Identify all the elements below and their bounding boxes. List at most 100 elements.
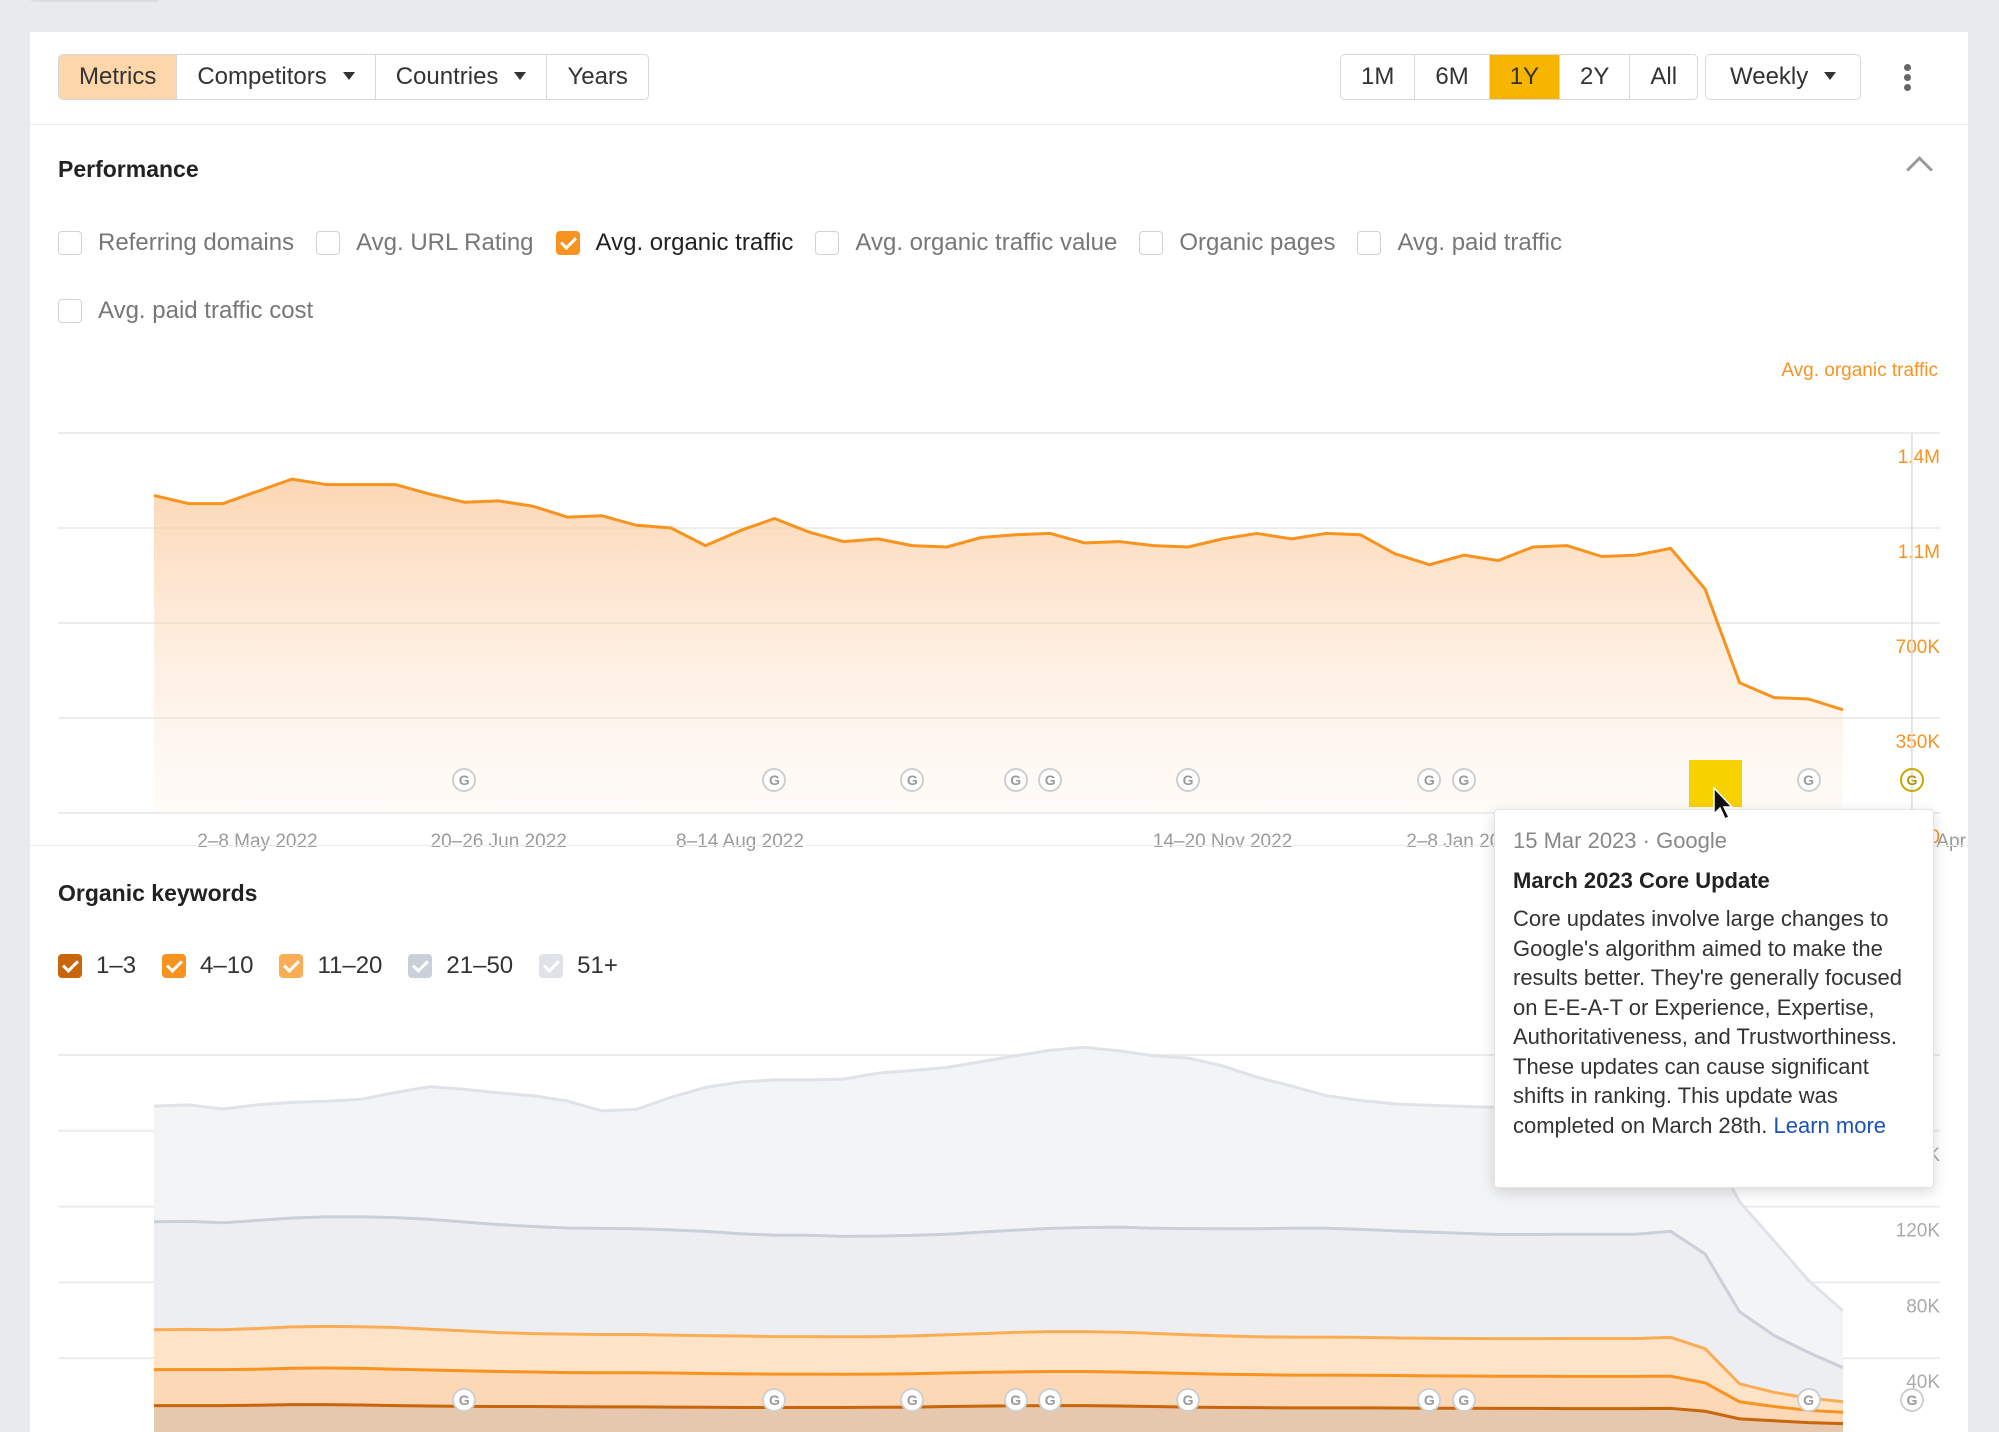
- data-point[interactable]: [1771, 695, 1777, 701]
- data-point[interactable]: [1288, 536, 1294, 542]
- checkbox-1-3[interactable]: 1–3: [58, 952, 136, 980]
- data-point[interactable]: [358, 482, 364, 488]
- data-point[interactable]: [1254, 530, 1260, 536]
- checkbox-avg-organic-traffic-value[interactable]: Avg. organic traffic value: [815, 229, 1117, 257]
- google-update-icon[interactable]: G: [1176, 768, 1201, 792]
- tab-metrics[interactable]: Metrics: [59, 55, 178, 99]
- google-update-icon[interactable]: G: [1176, 1388, 1201, 1412]
- data-point[interactable]: [1323, 530, 1329, 536]
- data-point[interactable]: [151, 492, 157, 498]
- data-point[interactable]: [530, 503, 536, 509]
- data-point[interactable]: [1047, 530, 1053, 536]
- google-update-icon[interactable]: G: [1003, 768, 1028, 792]
- range-6m[interactable]: 6M: [1415, 55, 1490, 99]
- data-point[interactable]: [254, 488, 260, 494]
- data-point[interactable]: [1668, 545, 1674, 551]
- checkbox-51[interactable]: 51+: [539, 952, 618, 980]
- checkbox-avg-url-rating[interactable]: Avg. URL Rating: [316, 229, 534, 257]
- data-point[interactable]: [289, 476, 295, 482]
- checkbox-4-10[interactable]: 4–10: [162, 952, 253, 980]
- data-point[interactable]: [668, 525, 674, 531]
- data-point[interactable]: [1116, 539, 1122, 545]
- data-point[interactable]: [599, 513, 605, 519]
- google-update-icon[interactable]: G: [1451, 768, 1476, 792]
- checkbox-21-50[interactable]: 21–50: [408, 952, 513, 980]
- data-point[interactable]: [1185, 544, 1191, 550]
- data-point[interactable]: [185, 501, 191, 507]
- checkbox-icon[interactable]: [1139, 231, 1164, 255]
- data-point[interactable]: [427, 491, 433, 497]
- data-point[interactable]: [909, 543, 915, 549]
- checkbox-referring-domains[interactable]: Referring domains: [58, 229, 294, 257]
- data-point[interactable]: [1495, 558, 1501, 564]
- checkbox-icon[interactable]: [1357, 231, 1382, 255]
- range-all[interactable]: All: [1630, 55, 1697, 99]
- data-point[interactable]: [1633, 552, 1639, 558]
- data-point[interactable]: [703, 543, 709, 549]
- checkbox-icon[interactable]: [58, 954, 82, 978]
- data-point[interactable]: [1151, 543, 1157, 549]
- data-point[interactable]: [565, 514, 571, 520]
- data-point[interactable]: [1599, 554, 1605, 560]
- data-point[interactable]: [771, 516, 777, 522]
- data-point[interactable]: [1840, 707, 1846, 713]
- data-point[interactable]: [1220, 536, 1226, 542]
- google-update-icon[interactable]: G: [1796, 1388, 1821, 1412]
- google-update-icon[interactable]: G: [1003, 1388, 1028, 1412]
- data-point[interactable]: [1392, 551, 1398, 557]
- checkbox-avg-paid-traffic-cost[interactable]: Avg. paid traffic cost: [58, 297, 313, 325]
- data-point[interactable]: [461, 499, 467, 505]
- google-update-icon[interactable]: G: [1899, 1388, 1924, 1412]
- checkbox-icon[interactable]: [162, 954, 187, 978]
- interval-select-button[interactable]: Weekly: [1706, 55, 1860, 99]
- data-point[interactable]: [840, 539, 846, 545]
- data-point[interactable]: [978, 535, 984, 541]
- interval-select[interactable]: Weekly: [1705, 54, 1862, 100]
- checkbox-label: 21–50: [446, 952, 514, 979]
- data-point[interactable]: [323, 482, 329, 488]
- checkbox-avg-organic-traffic[interactable]: Avg. organic traffic: [555, 229, 793, 257]
- checkbox-icon[interactable]: [539, 954, 564, 978]
- google-update-icon[interactable]: G: [1451, 1388, 1476, 1412]
- data-point[interactable]: [1702, 586, 1708, 592]
- chevron-up-icon[interactable]: [1906, 156, 1933, 183]
- data-point[interactable]: [220, 501, 226, 507]
- data-point[interactable]: [1082, 540, 1088, 546]
- google-update-icon[interactable]: G: [1796, 768, 1821, 792]
- data-point[interactable]: [1461, 552, 1467, 558]
- checkbox-icon[interactable]: [815, 231, 840, 255]
- tab-countries[interactable]: Countries: [376, 55, 548, 99]
- checkbox-icon[interactable]: [408, 954, 433, 978]
- tab-competitors[interactable]: Competitors: [177, 55, 376, 99]
- checkbox-11-20[interactable]: 11–20: [279, 952, 382, 980]
- range-1m[interactable]: 1M: [1341, 55, 1416, 99]
- range-1y[interactable]: 1Y: [1489, 55, 1561, 99]
- checkbox-icon[interactable]: [316, 231, 341, 255]
- data-point[interactable]: [496, 498, 502, 504]
- data-point[interactable]: [1530, 544, 1536, 550]
- learn-more-link[interactable]: Learn more: [1774, 1113, 1887, 1138]
- data-point[interactable]: [1426, 562, 1432, 568]
- checkbox-icon[interactable]: [279, 954, 304, 978]
- kebab-vertical-icon[interactable]: [1896, 62, 1918, 92]
- data-point[interactable]: [1564, 543, 1570, 549]
- checkbox-icon[interactable]: [555, 231, 580, 255]
- google-update-icon[interactable]: G: [1899, 768, 1924, 792]
- data-point[interactable]: [944, 544, 950, 550]
- data-point[interactable]: [1013, 532, 1019, 538]
- data-point[interactable]: [806, 529, 812, 535]
- range-2y[interactable]: 2Y: [1560, 55, 1631, 99]
- data-point[interactable]: [737, 528, 743, 534]
- data-point[interactable]: [634, 522, 640, 528]
- data-point[interactable]: [392, 482, 398, 488]
- tab-years[interactable]: Years: [547, 55, 648, 99]
- data-point[interactable]: [1357, 532, 1363, 538]
- checkbox-organic-pages[interactable]: Organic pages: [1139, 229, 1335, 257]
- data-point[interactable]: [1737, 680, 1743, 686]
- data-point[interactable]: [875, 536, 881, 542]
- checkbox-icon[interactable]: [58, 231, 82, 255]
- data-point[interactable]: [1806, 696, 1812, 702]
- checkbox-icon[interactable]: [58, 299, 82, 323]
- metric-checkbox-row: Avg. paid traffic cost: [58, 297, 335, 325]
- checkbox-avg-paid-traffic[interactable]: Avg. paid traffic: [1357, 229, 1562, 257]
